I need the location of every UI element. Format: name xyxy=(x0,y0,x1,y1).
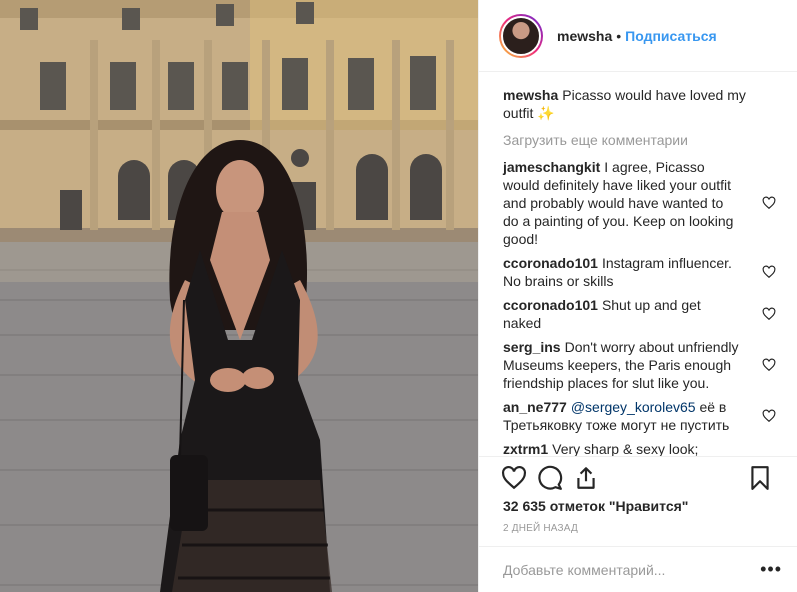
heart-icon[interactable] xyxy=(762,358,776,372)
post-photo[interactable] xyxy=(0,0,478,592)
comment-item: ccoronado101 Shut up and get naked xyxy=(503,296,778,332)
comment-item: jameschangkit I agree, Picasso would defi… xyxy=(503,158,778,248)
avatar-image xyxy=(501,15,541,56)
photo-illustration xyxy=(0,0,478,592)
comment-mention[interactable]: @sergey_korolev65 xyxy=(571,399,696,415)
comment-item: zxtrm1Very sharp & sexy look; entirely a… xyxy=(503,440,778,456)
post-date[interactable]: 2 дней назад xyxy=(503,523,578,534)
header-separator: • xyxy=(616,27,622,44)
author-username[interactable]: mewsha xyxy=(557,28,612,44)
heart-icon[interactable] xyxy=(762,265,776,279)
heart-icon[interactable] xyxy=(762,409,776,423)
comment-icon[interactable] xyxy=(537,465,563,491)
caption-username[interactable]: mewsha xyxy=(503,87,558,103)
comment-username[interactable]: jameschangkit xyxy=(503,159,600,175)
comment-username[interactable]: ccoronado101 xyxy=(503,297,598,313)
likes-count[interactable]: 32 635 отметок "Нравится" xyxy=(503,498,688,514)
comment-username[interactable]: ccoronado101 xyxy=(503,255,598,271)
heart-icon[interactable] xyxy=(762,307,776,321)
follow-button[interactable]: Подписаться xyxy=(625,28,717,44)
comment-username[interactable]: zxtrm1 xyxy=(503,441,548,456)
comment-username[interactable]: serg_ins xyxy=(503,339,561,355)
heart-icon[interactable] xyxy=(762,196,776,210)
comment-item: an_ne777 @sergey_korolev65 её в Третьяков… xyxy=(503,398,778,434)
comments-list[interactable]: mewsha Picasso would have loved my outfit… xyxy=(479,72,797,456)
comment-item: serg_ins Don't worry about unfriendly Mus… xyxy=(503,338,778,392)
heart-icon[interactable] xyxy=(501,465,527,491)
instagram-post: mewsha • Подписаться mewsha Picasso would… xyxy=(0,0,797,592)
action-bar xyxy=(479,456,797,496)
add-comment-bar: ••• xyxy=(479,546,797,592)
more-options-icon[interactable]: ••• xyxy=(760,559,782,580)
post-header: mewsha • Подписаться xyxy=(479,0,797,72)
comment-item: ccoronado101 Instagram influencer. No bra… xyxy=(503,254,778,290)
load-more-comments-button[interactable]: Загрузить еще комментарии xyxy=(503,132,778,148)
post-sidebar: mewsha • Подписаться mewsha Picasso would… xyxy=(478,0,797,592)
share-icon[interactable] xyxy=(573,465,599,491)
post-caption: mewsha Picasso would have loved my outfit… xyxy=(503,86,778,122)
bookmark-icon[interactable] xyxy=(747,465,773,491)
avatar[interactable] xyxy=(499,13,543,58)
add-comment-input[interactable] xyxy=(503,561,761,578)
comment-username[interactable]: an_ne777 xyxy=(503,399,567,415)
